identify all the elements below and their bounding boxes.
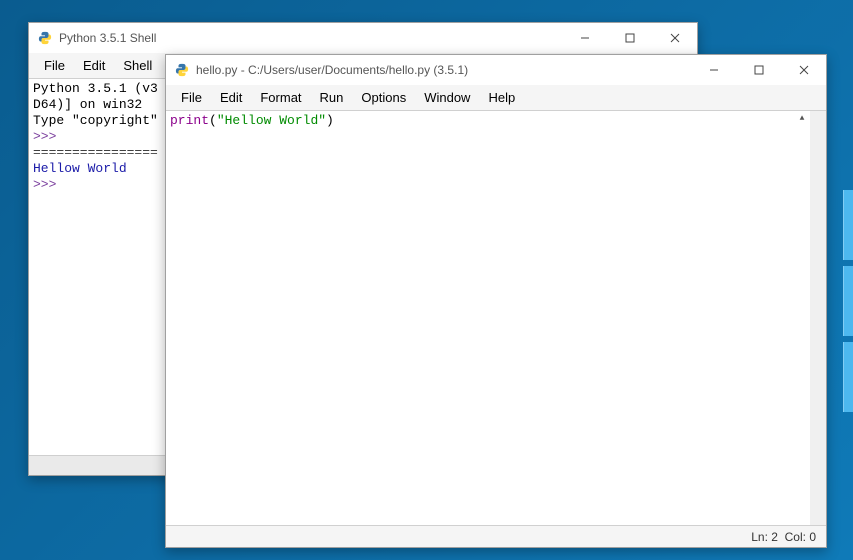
status-col-label: Col:: [785, 530, 806, 544]
editor-menu-options[interactable]: Options: [352, 87, 415, 108]
shell-output: Hellow World: [33, 161, 127, 176]
shell-line: D64)] on win32: [33, 97, 142, 112]
editor-titlebar[interactable]: hello.py - C:/Users/user/Documents/hello…: [166, 55, 826, 85]
desktop-tile: [843, 342, 853, 412]
editor-menu-help[interactable]: Help: [479, 87, 524, 108]
shell-titlebar[interactable]: Python 3.5.1 Shell: [29, 23, 697, 53]
shell-title: Python 3.5.1 Shell: [59, 31, 562, 45]
desktop-tile: [843, 190, 853, 260]
python-icon: [174, 62, 190, 78]
editor-title: hello.py - C:/Users/user/Documents/hello…: [196, 63, 691, 77]
editor-menubar: File Edit Format Run Options Window Help: [166, 85, 826, 111]
editor-window[interactable]: hello.py - C:/Users/user/Documents/hello…: [165, 54, 827, 548]
close-button[interactable]: [781, 55, 826, 85]
shell-line: Type "copyright": [33, 113, 158, 128]
status-ln-value: 2: [771, 530, 778, 544]
close-button[interactable]: [652, 23, 697, 53]
shell-prompt: >>>: [33, 129, 64, 144]
code-paren: ): [326, 113, 334, 128]
shell-restart-line: ================: [33, 145, 158, 160]
shell-line: Python 3.5.1 (v3: [33, 81, 158, 96]
code-paren: (: [209, 113, 217, 128]
shell-menu-shell[interactable]: Shell: [114, 55, 161, 76]
shell-menu-edit[interactable]: Edit: [74, 55, 114, 76]
editor-menu-window[interactable]: Window: [415, 87, 479, 108]
maximize-button[interactable]: [607, 23, 652, 53]
minimize-button[interactable]: [691, 55, 736, 85]
code-builtin: print: [170, 113, 209, 128]
desktop-tile: [843, 266, 853, 336]
minimize-button[interactable]: [562, 23, 607, 53]
editor-menu-format[interactable]: Format: [251, 87, 310, 108]
python-icon: [37, 30, 53, 46]
shell-menu-file[interactable]: File: [35, 55, 74, 76]
editor-statusbar: Ln: 2 Col: 0: [166, 525, 826, 547]
maximize-button[interactable]: [736, 55, 781, 85]
editor-content[interactable]: print("Hellow World") ▲: [166, 111, 826, 525]
status-col-value: 0: [809, 530, 816, 544]
editor-menu-run[interactable]: Run: [311, 87, 353, 108]
editor-menu-edit[interactable]: Edit: [211, 87, 251, 108]
editor-menu-file[interactable]: File: [172, 87, 211, 108]
status-ln-label: Ln:: [751, 530, 768, 544]
code-string: "Hellow World": [217, 113, 326, 128]
shell-prompt: >>>: [33, 177, 64, 192]
scroll-up-icon[interactable]: ▲: [796, 113, 808, 125]
